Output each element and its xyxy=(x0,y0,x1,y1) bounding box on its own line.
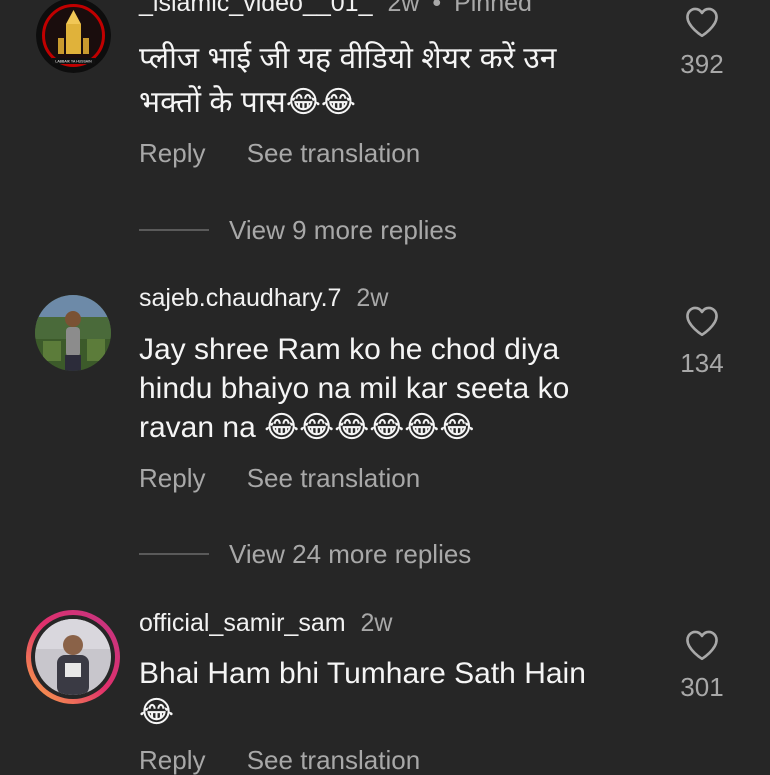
reply-button[interactable]: Reply xyxy=(139,745,205,775)
heart-outline-icon xyxy=(686,630,718,661)
see-translation-button[interactable]: See translation xyxy=(247,745,420,775)
username[interactable]: official_samir_sam xyxy=(139,609,346,637)
like-button[interactable]: 301 xyxy=(670,629,734,702)
like-count: 301 xyxy=(680,672,724,702)
comment-header: official_samir_sam 2w xyxy=(139,608,392,638)
comment-actions: Reply See translation xyxy=(139,745,420,775)
comment-3: official_samir_sam 2w Bhai Ham bhi Tumha… xyxy=(0,0,770,775)
avatar-story-ring[interactable] xyxy=(26,610,120,704)
timestamp: 2w xyxy=(360,609,393,637)
avatar xyxy=(35,619,111,695)
comment-text-line-1: Bhai Ham bhi Tumhare Sath Hain xyxy=(139,657,586,690)
comment-text-line-2: 😂 xyxy=(139,696,175,729)
avatar-photo xyxy=(35,619,111,695)
